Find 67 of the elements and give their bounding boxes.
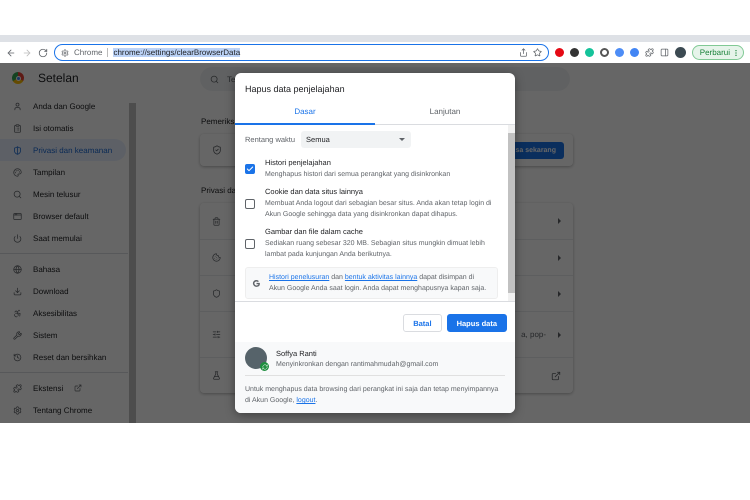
sidebar-item[interactable]: Saat memulai <box>0 227 126 249</box>
external-link-icon <box>74 384 82 392</box>
site-info-icon[interactable] <box>61 48 69 56</box>
wrench-icon <box>13 330 22 340</box>
checkbox[interactable] <box>245 164 255 174</box>
clipboard-icon <box>13 124 22 132</box>
sidebar-item[interactable]: Isi otomatis <box>0 117 126 139</box>
shield-check-icon <box>212 145 222 155</box>
cookie-icon <box>212 253 221 262</box>
sidebar-item[interactable]: Mesin telusur <box>0 183 126 205</box>
palette-icon <box>13 168 22 176</box>
site-label: Chrome <box>74 48 102 57</box>
accessibility-icon <box>13 308 22 318</box>
shield-icon <box>13 146 22 154</box>
search-icon <box>13 190 22 198</box>
sidebar-item[interactable]: Tentang Chrome <box>0 399 126 421</box>
puzzle-icon <box>13 384 22 392</box>
download-icon <box>13 286 22 296</box>
tab[interactable]: Lanjutan <box>375 101 515 125</box>
search-icon <box>210 74 219 84</box>
sidebar-item[interactable]: Privasi dan keamanan <box>0 139 126 161</box>
section-heading: Pemeriks <box>201 117 234 126</box>
sidebar-item[interactable]: Anda dan Google <box>0 95 126 117</box>
arrow-icon[interactable] <box>558 290 561 296</box>
window-icon <box>13 212 22 220</box>
arrow-icon[interactable] <box>558 332 561 338</box>
dialog-title: Hapus data penjelajahan <box>244 83 346 96</box>
sidebar-item[interactable]: Download <box>0 280 126 302</box>
url-text: chrome://settings/clearBrowserData <box>113 48 240 57</box>
power-icon <box>13 234 22 242</box>
scrollbar[interactable] <box>508 125 515 301</box>
sidebar-item[interactable]: Browser default <box>0 205 126 227</box>
google-logo-icon <box>252 278 261 288</box>
sidebar-item[interactable]: Bahasa <box>0 258 126 280</box>
puzzle-icon[interactable] <box>644 48 654 57</box>
shield-icon <box>212 289 221 298</box>
sidebar-item[interactable]: Reset dan bersihkan <box>0 346 126 368</box>
address-bar[interactable]: Chrome chrome://settings/clearBrowserData <box>54 44 549 61</box>
caret-icon <box>399 138 406 141</box>
sidebar-item[interactable]: Ekstensi <box>0 377 126 399</box>
settings-title: Setelan <box>38 71 79 85</box>
update-button[interactable]: Perbarui <box>692 45 744 60</box>
scrollbar[interactable] <box>129 103 136 423</box>
sync-badge-icon <box>260 362 269 371</box>
reload-icon[interactable] <box>38 48 48 58</box>
checkbox[interactable] <box>245 238 255 248</box>
profile-avatar[interactable] <box>674 47 686 58</box>
arrow-icon[interactable] <box>558 254 561 260</box>
trash-icon <box>212 216 221 226</box>
back-icon[interactable] <box>6 48 16 58</box>
person-icon <box>13 102 22 110</box>
chrome-logo-icon <box>12 72 24 84</box>
history-icon <box>13 352 22 362</box>
checkbox[interactable] <box>245 198 255 208</box>
flask-icon <box>212 371 221 380</box>
sidebar-item[interactable]: Tampilan <box>0 161 126 183</box>
side-panel-icon[interactable] <box>660 48 669 57</box>
globe-icon <box>13 264 22 274</box>
row-text: a, pop- <box>521 330 546 339</box>
arrow-icon[interactable] <box>558 218 561 224</box>
sidebar-item[interactable]: Sistem <box>0 324 126 346</box>
tab[interactable]: Dasar <box>235 101 375 125</box>
share-icon[interactable] <box>518 48 528 57</box>
external-link-icon[interactable] <box>551 370 561 380</box>
star-icon[interactable] <box>532 48 542 57</box>
sidebar-item[interactable]: Aksesibilitas <box>0 302 126 324</box>
sliders-icon <box>212 330 221 339</box>
